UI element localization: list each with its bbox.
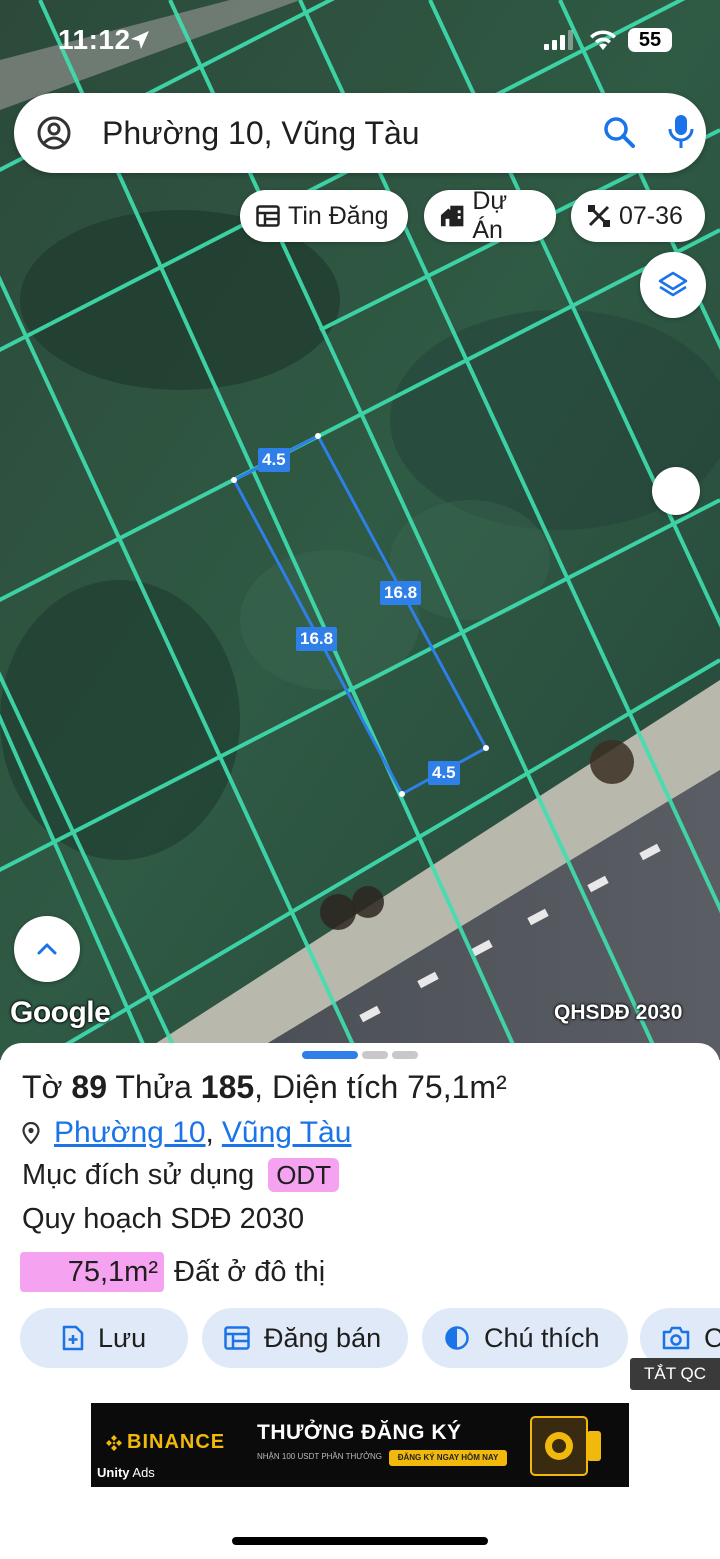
zoning-area-badge: 75,1m²	[20, 1252, 164, 1292]
ward-link[interactable]: Phường 10	[54, 1116, 206, 1150]
location-arrow-icon	[131, 31, 149, 49]
dimension-label-bottom: 4.5	[428, 761, 460, 785]
plan-label: Quy hoạch SDĐ 2030	[22, 1203, 305, 1235]
ad-headline: THƯỞNG ĐĂNG KÝ	[257, 1421, 462, 1444]
search-icon[interactable]	[602, 115, 636, 149]
plan-layer-label: QHSDĐ 2030	[554, 1001, 683, 1024]
battery-icon: 55	[628, 28, 672, 52]
ad-cta-button[interactable]: ĐĂNG KÝ NGAY HÔM NAY	[389, 1450, 507, 1466]
land-use-purpose-row: Mục đích sử dụng ODT	[22, 1158, 340, 1192]
page-dot	[392, 1051, 418, 1059]
post-sale-icon	[224, 1326, 250, 1350]
legend-button[interactable]: Chú thích	[422, 1308, 628, 1368]
dimension-label-top: 4.5	[258, 448, 290, 472]
post-sale-label: Đăng bán	[264, 1322, 382, 1353]
sheet-number: 89	[71, 1069, 108, 1105]
chevron-up-icon	[37, 943, 57, 955]
legend-icon	[445, 1326, 469, 1350]
search-bar[interactable]: Phường 10, Vũng Tàu	[14, 93, 706, 173]
cellular-signal-icon	[544, 30, 573, 50]
listing-icon	[256, 205, 280, 227]
area-value: 75,1m²	[407, 1069, 507, 1105]
ad-brand: BINANCE	[127, 1431, 226, 1453]
address-separator: ,	[205, 1116, 214, 1149]
ad-network-suffix: Ads	[132, 1465, 155, 1480]
hide-ads-button[interactable]: TẮT QC	[630, 1358, 720, 1390]
sheet-page-indicator[interactable]	[302, 1051, 418, 1059]
status-bar: 11:12 55	[0, 0, 720, 80]
chip-map-code[interactable]: 07-36	[571, 190, 705, 242]
page-dot	[362, 1051, 388, 1059]
opacity-slider-handle[interactable]	[652, 467, 700, 515]
expand-sheet-button[interactable]	[14, 916, 80, 982]
ad-banner[interactable]: BINANCE Unity Ads THƯỞNG ĐĂNG KÝ NHẬN 10…	[91, 1403, 629, 1487]
save-button[interactable]: Lưu	[20, 1308, 188, 1368]
purpose-label: Mục đích sử dụng	[22, 1158, 255, 1191]
map-view[interactable]: 4.5 16.8 16.8 4.5 11:12 55 Phường 10, Vũ…	[0, 0, 720, 1060]
chip-label: 07-36	[619, 201, 683, 230]
address-row: Phường 10 , Vũng Tàu	[22, 1115, 351, 1151]
parcel-title: Tờ 89 Thửa 185, Diện tích 75,1m²	[22, 1067, 507, 1107]
chip-label: Dự Án	[472, 187, 508, 244]
google-logo: Google	[10, 996, 111, 1029]
save-label: Lưu	[98, 1322, 147, 1353]
ad-artwork-icon	[530, 1416, 601, 1476]
dimension-label-left: 16.8	[296, 627, 338, 651]
parcel-info-sheet: Tờ 89 Thửa 185, Diện tích 75,1m² Phường …	[0, 1043, 720, 1559]
purpose-code-badge: ODT	[268, 1158, 340, 1192]
ad-network: Unity	[97, 1465, 130, 1480]
post-sale-button[interactable]: Đăng bán	[202, 1308, 408, 1368]
home-indicator[interactable]	[232, 1537, 488, 1545]
save-icon	[62, 1325, 84, 1351]
ad-network-label: Unity Ads	[97, 1465, 155, 1480]
building-icon	[440, 205, 464, 227]
parcel-number: 185	[200, 1069, 255, 1105]
location-pin-icon	[22, 1122, 40, 1144]
dimension-label-right: 16.8	[380, 581, 422, 605]
area-label: Diện tích	[271, 1069, 399, 1105]
action-buttons-row: Lưu Đăng bán Chú thích C	[20, 1308, 720, 1370]
wifi-icon	[590, 30, 616, 50]
city-link[interactable]: Vũng Tàu	[222, 1116, 352, 1150]
tools-icon	[588, 205, 610, 227]
layers-button[interactable]	[640, 252, 706, 318]
chip-label: Tin Đăng	[288, 201, 389, 230]
legend-label: Chú thích	[484, 1322, 600, 1353]
layers-icon	[658, 271, 688, 297]
ad-subtext: NHẬN 100 USDT PHẦN THƯỞNG	[257, 1452, 382, 1461]
chip-du-an[interactable]: Dự Án	[424, 187, 556, 244]
title-comma: ,	[254, 1069, 264, 1105]
sheet-label: Tờ	[22, 1069, 63, 1105]
search-input[interactable]: Phường 10, Vũng Tàu	[102, 113, 420, 153]
zoning-area-row: 75,1m² Đất ở đô thị	[20, 1252, 325, 1292]
account-icon[interactable]	[36, 115, 72, 151]
land-type-label: Đất ở đô thị	[174, 1255, 326, 1288]
status-time: 11:12	[58, 24, 131, 55]
binance-logo-icon	[106, 1435, 122, 1451]
page-dot-active	[302, 1051, 358, 1059]
mic-icon[interactable]	[668, 113, 694, 151]
camera-icon	[662, 1326, 690, 1350]
chip-tin-dang[interactable]: Tin Đăng	[240, 190, 408, 242]
parcel-label: Thửa	[115, 1069, 192, 1105]
camera-label: C	[704, 1322, 720, 1353]
